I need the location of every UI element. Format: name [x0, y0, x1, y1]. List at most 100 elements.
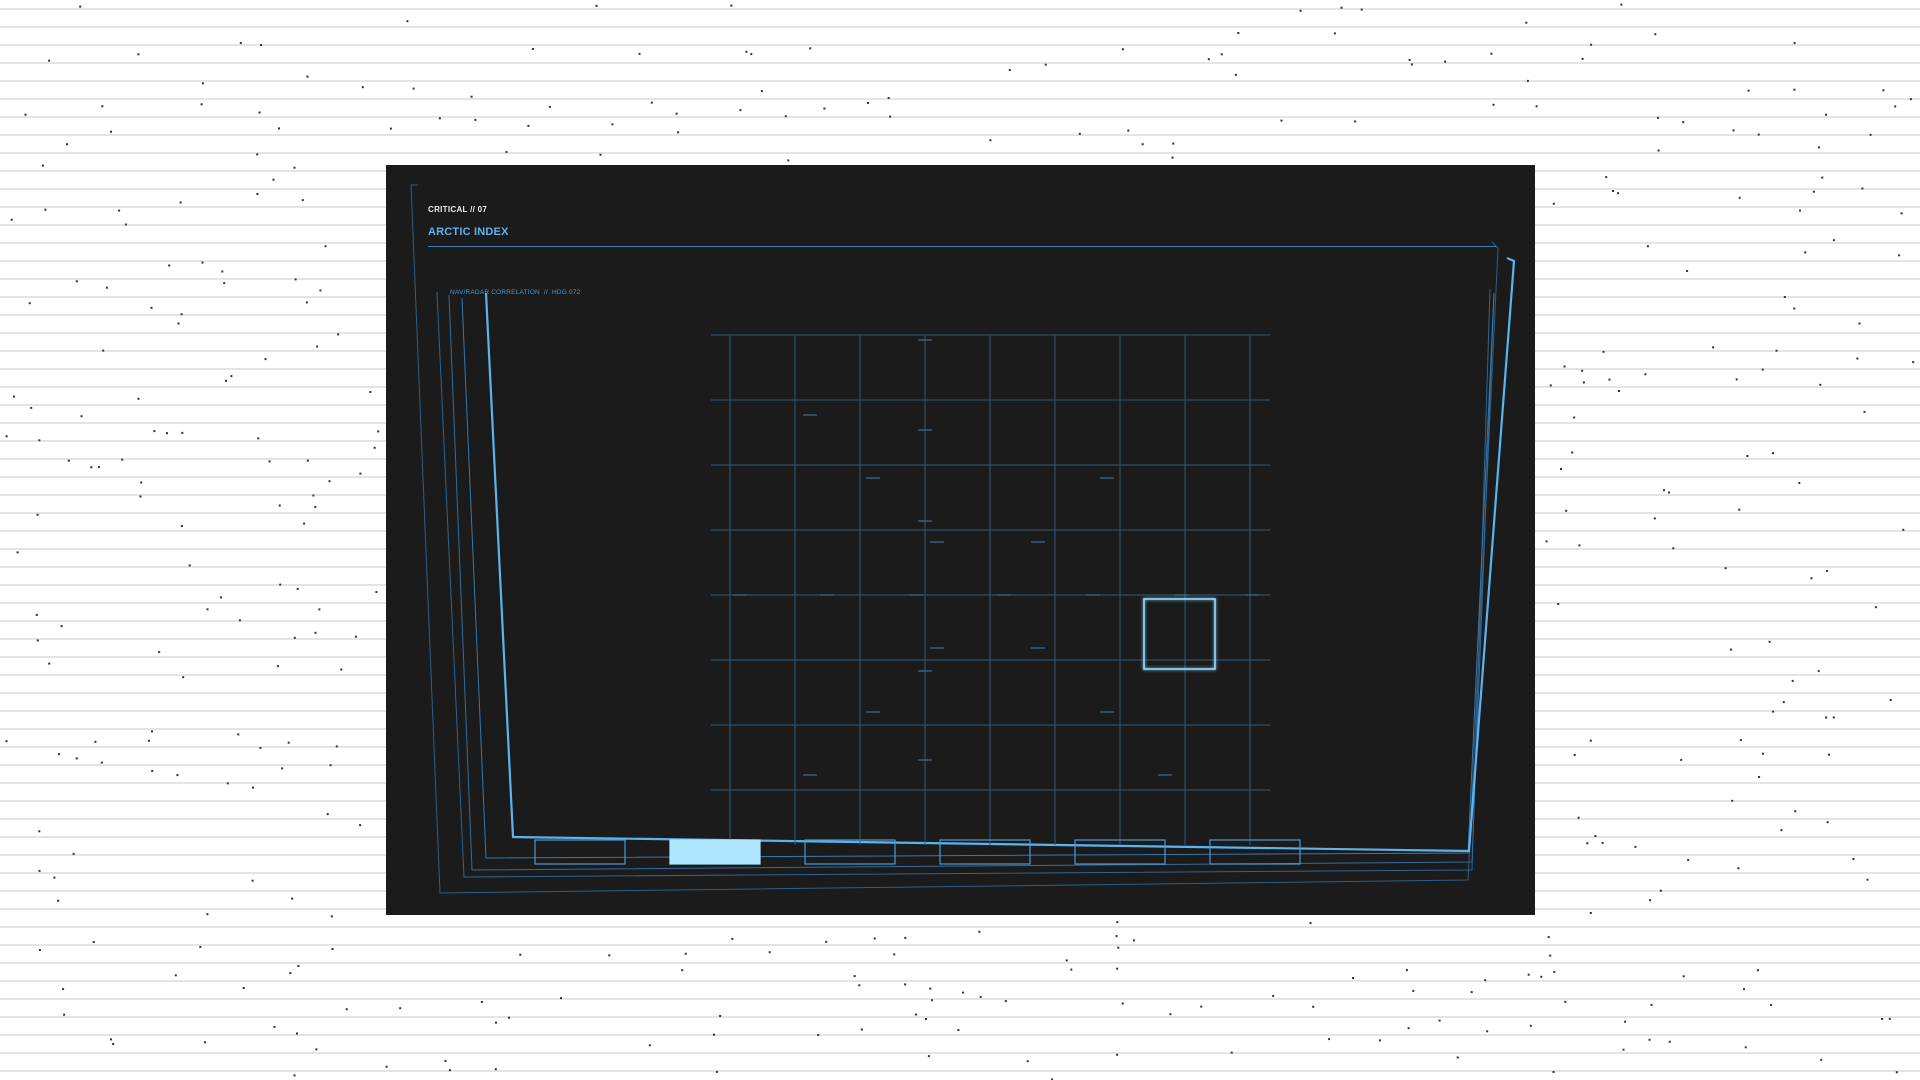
noise-dot	[72, 852, 75, 855]
noise-dot	[1680, 758, 1683, 761]
noise-dot	[1768, 640, 1771, 643]
noise-dot	[256, 153, 259, 156]
noise-dot	[1804, 251, 1807, 254]
noise-dot	[1770, 1003, 1773, 1006]
noise-dot	[219, 596, 222, 599]
noise-dot	[1234, 73, 1237, 76]
noise-dot	[1888, 1017, 1891, 1020]
mode-tab[interactable]	[534, 839, 626, 865]
noise-dot	[293, 636, 296, 639]
noise-dot	[331, 948, 334, 950]
noise-dot	[354, 635, 357, 638]
noise-dot	[41, 164, 44, 167]
noise-dot	[137, 397, 140, 400]
noise-dot	[1799, 209, 1801, 212]
noise-dot	[168, 264, 171, 267]
noise-dot	[1780, 829, 1783, 832]
noise-dot	[1646, 245, 1649, 248]
noise-dot	[595, 4, 598, 7]
noise-dot	[66, 143, 68, 146]
noise-dot	[1564, 1000, 1567, 1003]
noise-dot	[1825, 113, 1827, 116]
noise-dot	[1078, 132, 1081, 135]
noise-dot	[256, 193, 259, 195]
noise-dot	[1220, 53, 1223, 56]
noise-dot	[1672, 547, 1675, 550]
noise-dot	[474, 118, 477, 121]
noise-dot	[272, 178, 275, 181]
noise-dot	[293, 1074, 296, 1077]
noise-dot	[1659, 889, 1662, 892]
noise-dot	[1902, 528, 1905, 531]
noise-dot	[48, 662, 51, 665]
noise-dot	[1772, 452, 1774, 455]
noise-dot	[1622, 1048, 1625, 1051]
noise-dot	[377, 430, 380, 433]
noise-dot	[978, 930, 981, 933]
noise-dot	[1360, 8, 1363, 11]
noise-dot	[1654, 33, 1657, 36]
noise-dot	[58, 753, 61, 756]
noise-dot	[406, 20, 409, 23]
noise-dot	[151, 730, 153, 733]
noise-dot	[713, 1033, 715, 1036]
noise-dot	[1687, 858, 1690, 861]
page-title: ARCTIC INDEX	[428, 226, 509, 238]
noise-dot	[527, 124, 530, 127]
noise-dot	[1547, 936, 1550, 939]
noise-dot	[180, 525, 183, 527]
noise-dot	[92, 941, 95, 943]
noise-dot	[35, 613, 38, 616]
noise-dot	[927, 1055, 930, 1058]
noise-dot	[1743, 988, 1745, 991]
noise-dot	[305, 301, 308, 304]
noise-dot	[1894, 105, 1897, 108]
noise-dot	[1863, 410, 1866, 413]
noise-dot	[1589, 912, 1592, 914]
noise-dot	[638, 52, 641, 55]
noise-dot	[1121, 48, 1124, 51]
noise-dot	[1352, 977, 1354, 980]
mode-tab[interactable]	[804, 839, 896, 865]
noise-dot	[1549, 384, 1552, 387]
noise-dot	[1171, 156, 1174, 159]
noise-dot	[201, 261, 204, 264]
noise-dot	[853, 975, 856, 978]
noise-dot	[90, 466, 93, 469]
noise-dot	[1237, 32, 1240, 34]
noise-dot	[1590, 43, 1593, 46]
noise-dot	[139, 495, 142, 498]
mode-tab[interactable]	[1209, 839, 1301, 865]
noise-dot	[1817, 670, 1820, 673]
noise-dot	[768, 951, 771, 954]
noise-dot	[1783, 296, 1786, 298]
noise-dot	[1553, 970, 1556, 973]
noise-dot	[38, 439, 41, 442]
crosshair	[740, 355, 1242, 837]
noise-dot	[548, 105, 551, 108]
noise-dot	[1230, 1051, 1233, 1054]
noise-dot	[1737, 867, 1740, 870]
noise-dot	[1354, 120, 1357, 123]
noise-dot	[1735, 378, 1738, 381]
noise-dot	[957, 1029, 960, 1031]
noise-dot	[1758, 776, 1761, 778]
noise-dot	[345, 1008, 348, 1011]
noise-dot	[303, 522, 306, 525]
noise-dot	[201, 82, 204, 85]
noise-dot	[179, 201, 182, 204]
noise-dot	[1900, 212, 1903, 215]
noise-dot	[278, 127, 280, 130]
mode-tab-active[interactable]	[669, 839, 761, 865]
noise-dot	[1378, 1039, 1381, 1042]
noise-dot	[200, 103, 203, 106]
noise-dot	[291, 897, 294, 900]
noise-dot	[1782, 701, 1785, 704]
noise-dot	[174, 974, 177, 977]
noise-dot	[893, 953, 896, 956]
noise-dot	[1008, 69, 1011, 71]
noise-dot	[1594, 835, 1597, 838]
noise-dot	[1820, 1058, 1823, 1061]
noise-dot	[681, 969, 684, 972]
noise-dot	[1668, 491, 1670, 494]
